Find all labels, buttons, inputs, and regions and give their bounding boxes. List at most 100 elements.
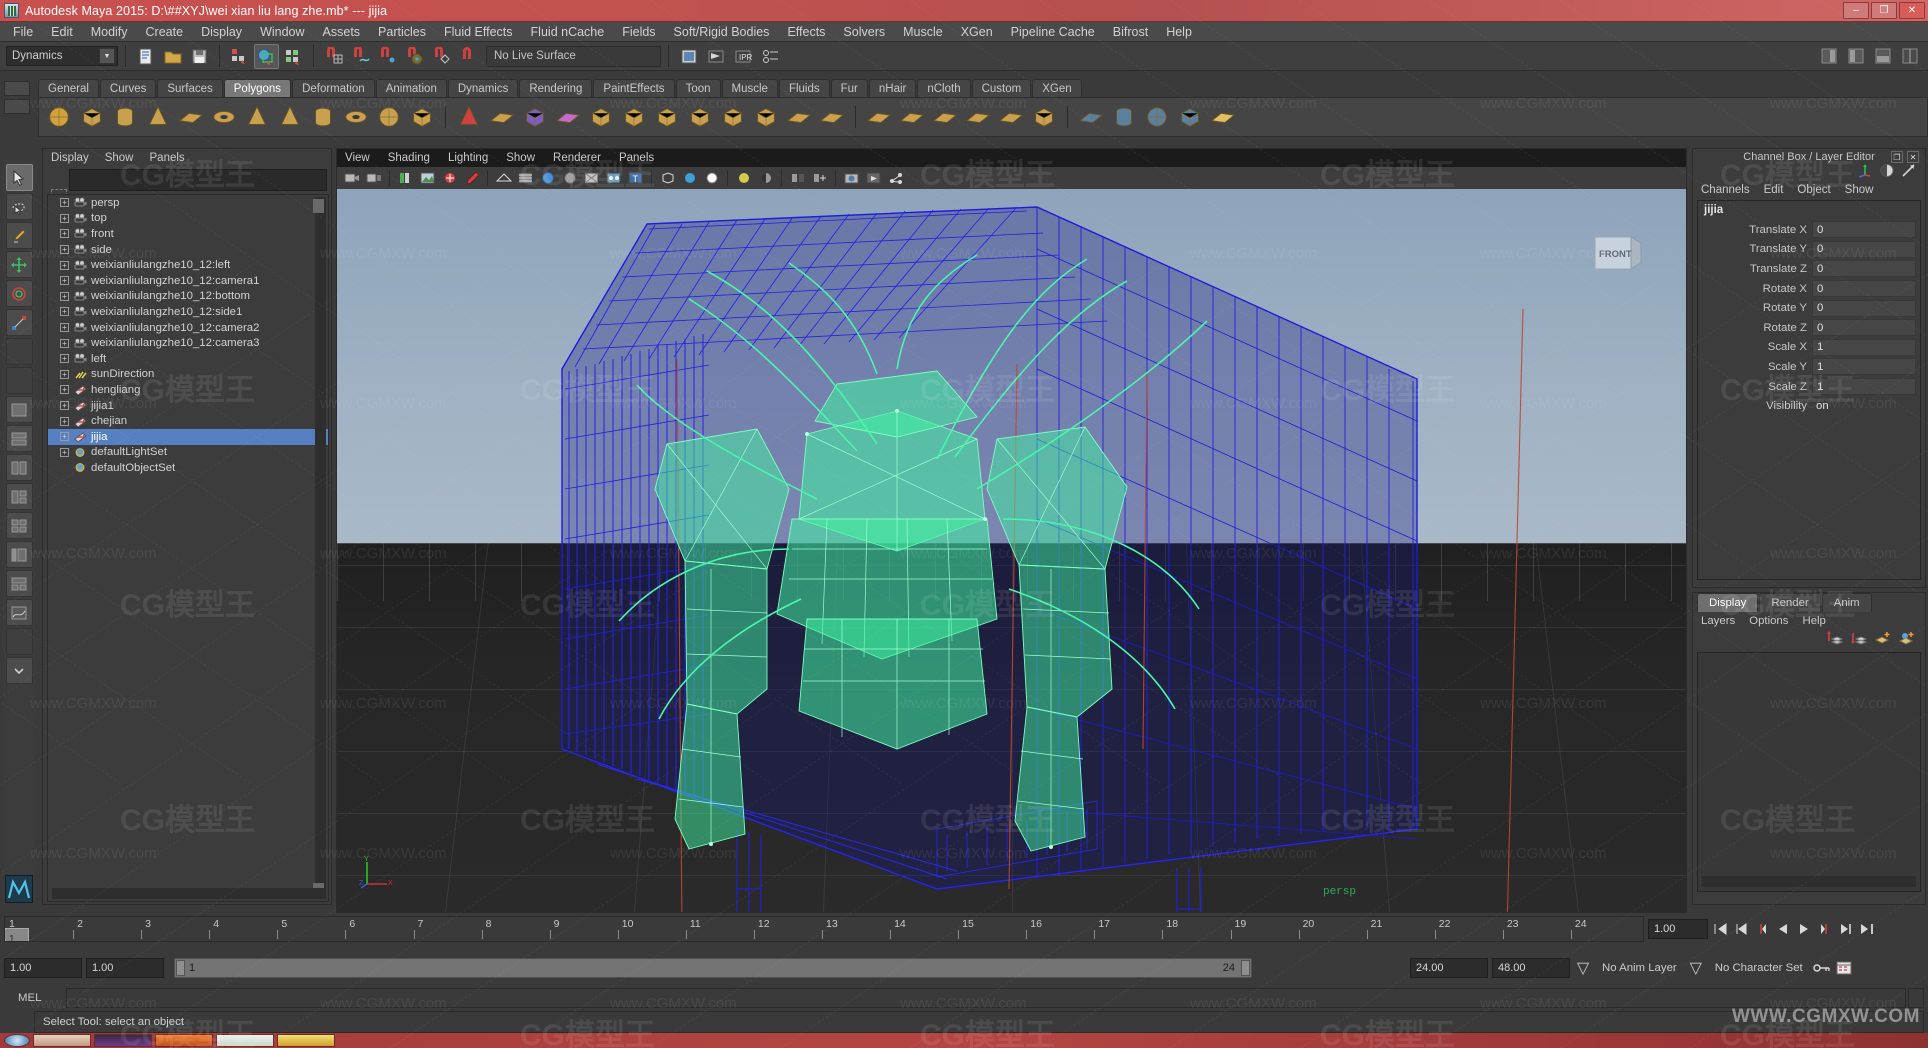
channel-box-attribute-panel[interactable]: jijia Translate X 0 Translate Y 0 Translate … <box>1697 200 1921 580</box>
outliner-expand-toggle[interactable]: + <box>60 291 69 301</box>
step-back-key-button[interactable] <box>1731 919 1750 939</box>
shelf-tab-fluids[interactable]: Fluids <box>778 79 830 98</box>
smooth-shade-all-icon[interactable] <box>538 169 557 188</box>
layout-two-panes-side-icon[interactable] <box>5 454 33 481</box>
offset-edge-loop-icon[interactable] <box>897 102 927 132</box>
boolean-icon[interactable] <box>652 102 682 132</box>
animation-start-time-field[interactable]: 1.00 <box>4 958 82 978</box>
rotate-tool[interactable] <box>5 280 33 307</box>
live-surface-field[interactable]: No Live Surface <box>486 45 661 67</box>
anim-layer-chevron-down-icon[interactable]: ▽ <box>1574 958 1592 978</box>
save-scene-icon[interactable] <box>187 44 212 69</box>
shelf-tab-dynamics[interactable]: Dynamics <box>447 79 519 98</box>
uv-planar-icon[interactable] <box>1076 102 1106 132</box>
playback-start-time-field[interactable]: 1.00 <box>86 958 164 978</box>
taskbar-app-5[interactable] <box>277 1034 335 1047</box>
menu-assets[interactable]: Assets <box>314 23 370 41</box>
layout-single-pane-icon[interactable] <box>5 396 33 423</box>
view-cube[interactable]: FRONT <box>1591 231 1646 277</box>
channel-attribute-value[interactable]: 1 <box>1812 358 1916 376</box>
layout-dropdown-icon[interactable] <box>5 657 33 684</box>
outliner-item[interactable]: + chejian <box>48 413 328 429</box>
mirror-geometry-icon[interactable] <box>1029 102 1059 132</box>
layout-four-panes-icon[interactable] <box>5 512 33 539</box>
channel-attribute-value[interactable]: 0 <box>1812 240 1916 258</box>
time-slider-ticks[interactable]: 1 1 2 3 4 5 6 7 8 9 10 11 12 13 14 15 16 17 18 19 20 21 22 23 2… <box>5 917 1643 941</box>
extrude-icon[interactable] <box>718 102 748 132</box>
use-all-lights-icon[interactable] <box>604 169 623 188</box>
menu-effects[interactable]: Effects <box>778 23 834 41</box>
taskbar-app-2[interactable] <box>94 1034 152 1047</box>
layer-editor-menu-options[interactable]: Options <box>1749 615 1788 627</box>
go-to-end-button[interactable] <box>1857 919 1876 939</box>
channel-box-menu-object[interactable]: Object <box>1797 184 1830 196</box>
append-polygon-icon[interactable] <box>487 102 517 132</box>
textured-icon[interactable] <box>582 169 601 188</box>
make-live-icon[interactable] <box>456 44 481 69</box>
grid-toggle-icon[interactable] <box>440 169 459 188</box>
channel-box-row[interactable]: Translate Z 0 <box>1698 259 1920 279</box>
menu-file[interactable]: File <box>4 23 42 41</box>
select-by-object-type-icon[interactable] <box>254 43 279 69</box>
current-time-field[interactable]: 1.00 <box>1648 919 1708 939</box>
channel-box-row[interactable]: Translate Y 0 <box>1698 240 1920 260</box>
snap-to-projected-center-icon[interactable] <box>402 44 427 69</box>
uv-cylindrical-icon[interactable] <box>1109 102 1139 132</box>
new-scene-icon[interactable] <box>133 44 158 69</box>
insert-edge-loop-icon[interactable] <box>864 102 894 132</box>
select-by-hierarchy-icon[interactable] <box>227 44 252 69</box>
merge-icon[interactable] <box>817 102 847 132</box>
outliner-scroll-up-arrow[interactable] <box>313 199 324 213</box>
image-plane-icon[interactable] <box>418 169 437 188</box>
character-set-chevron-down-icon[interactable]: ▽ <box>1687 958 1705 978</box>
viewport-menu-view[interactable]: View <box>345 152 370 164</box>
layer-editor-menu-help[interactable]: Help <box>1802 615 1825 627</box>
shelf-tab-rendering[interactable]: Rendering <box>519 79 593 98</box>
isolate-select-icon[interactable] <box>788 169 807 188</box>
xray-active-components-icon[interactable] <box>702 169 721 188</box>
taskbar-app-3[interactable] <box>155 1034 213 1047</box>
menu-particles[interactable]: Particles <box>369 23 435 41</box>
select-tool[interactable] <box>5 164 33 191</box>
outliner-expand-toggle[interactable]: + <box>60 245 69 255</box>
outliner-item[interactable]: +defaultObjectSet <box>48 460 328 476</box>
channel-attribute-value[interactable]: 0 <box>1812 319 1916 337</box>
bridge-icon[interactable] <box>784 102 814 132</box>
channel-box-row[interactable]: Visibility on <box>1698 396 1920 416</box>
viewport-3d-canvas[interactable]: Y X Z persp FRONT <box>337 189 1686 912</box>
step-forward-frame-button[interactable] <box>1815 919 1834 939</box>
viewport-menu-show[interactable]: Show <box>506 152 535 164</box>
open-scene-icon[interactable] <box>160 44 185 69</box>
multi-cut-icon[interactable] <box>930 102 960 132</box>
camera-attributes-icon[interactable] <box>364 169 383 188</box>
layout-outliner-persp-icon[interactable] <box>5 541 33 568</box>
command-input[interactable] <box>66 987 1906 1008</box>
outliner-expand-toggle[interactable]: + <box>60 276 69 286</box>
layout-three-panes-icon[interactable] <box>5 483 33 510</box>
channel-box-menu-channels[interactable]: Channels <box>1701 184 1750 196</box>
viewport-menu-lighting[interactable]: Lighting <box>448 152 488 164</box>
uv-editor-icon[interactable] <box>1208 102 1238 132</box>
lasso-tool[interactable] <box>5 193 33 220</box>
smooth-shade-icon[interactable] <box>516 169 535 188</box>
polygon-helix-icon[interactable] <box>341 102 371 132</box>
menu-fields[interactable]: Fields <box>613 23 664 41</box>
polygon-pyramid-icon[interactable] <box>275 102 305 132</box>
outliner-item[interactable]: + hengliang <box>48 382 328 398</box>
menu-create[interactable]: Create <box>137 23 193 41</box>
menu-soft-rigid-bodies[interactable]: Soft/Rigid Bodies <box>665 23 779 41</box>
outliner-item[interactable]: + jijia <box>48 428 328 445</box>
menu-fluid-effects[interactable]: Fluid Effects <box>435 23 522 41</box>
polygon-prism-icon[interactable] <box>242 102 272 132</box>
menu-bifrost[interactable]: Bifrost <box>1104 23 1157 41</box>
snap-to-grid-icon[interactable] <box>321 44 346 69</box>
channel-box-row[interactable]: Translate X 0 <box>1698 220 1920 240</box>
range-slider-track[interactable]: 1 24 <box>174 958 1252 978</box>
shelf-tab-polygons[interactable]: Polygons <box>223 79 292 98</box>
outliner-expand-toggle[interactable]: + <box>60 354 69 364</box>
shelf-tab-xgen[interactable]: XGen <box>1032 79 1082 98</box>
render-settings-icon[interactable] <box>757 44 782 69</box>
outliner-item[interactable]: + top <box>48 211 328 227</box>
menu-help[interactable]: Help <box>1157 23 1201 41</box>
xray-mode-icon[interactable] <box>658 169 677 188</box>
